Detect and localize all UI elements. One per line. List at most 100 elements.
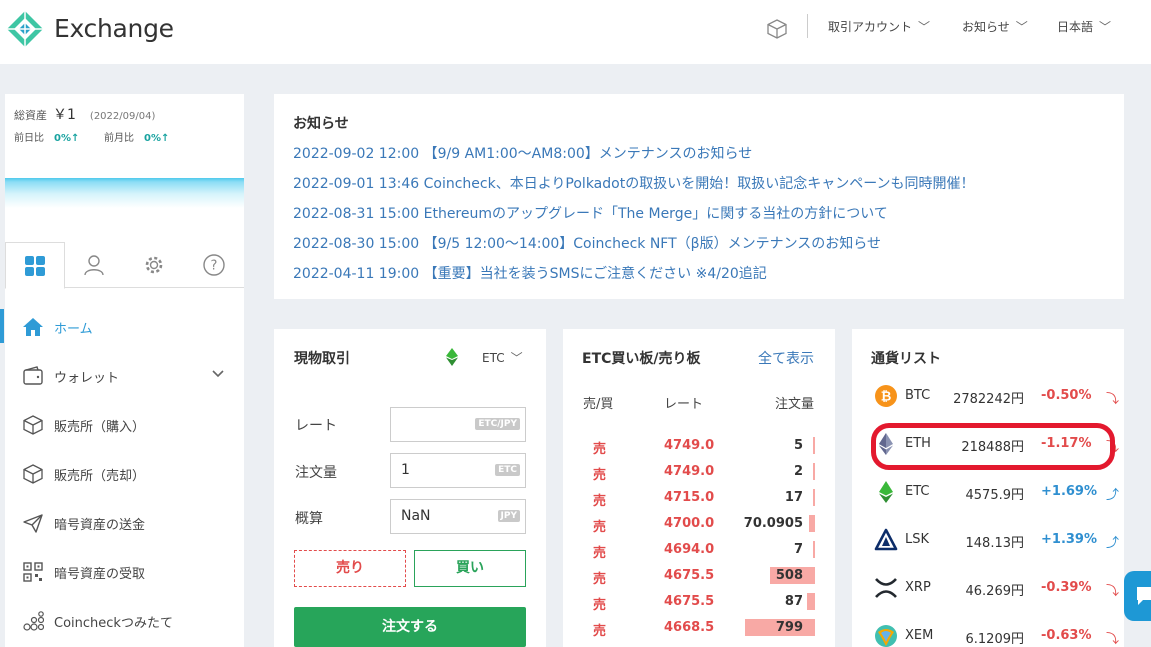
currency-code: BTC <box>905 388 931 403</box>
menu-news[interactable]: お知らせ ﹀ <box>962 18 1028 35</box>
currency-price: 46.269円 <box>965 584 1025 599</box>
orderbook-row[interactable]: 売 4675.5 508 <box>563 563 835 589</box>
currency-row-lsk[interactable]: LSK 148.13円 +1.39% ⤴ <box>852 518 1124 566</box>
order-side: 売 <box>593 442 607 457</box>
order-side: 売 <box>593 468 607 483</box>
order-qty: 87 <box>784 594 803 609</box>
sidebar-item-receive[interactable]: 暗号資産の受取 <box>5 554 244 588</box>
order-side: 売 <box>593 494 607 509</box>
tab-account[interactable] <box>65 242 125 288</box>
day-ratio: 前日比 0%↑ <box>14 129 79 144</box>
spot-trade-panel: 現物取引 ETC ﹀ レート ETC/JPY 注文量 1 ETC 概算 NaN J… <box>274 329 546 647</box>
total-assets: 総資産 ￥1 (2022/09/04) <box>14 104 155 124</box>
menu-trade-account-label: 取引アカウント <box>828 20 913 34</box>
currency-row-xrp[interactable]: XRP 46.269円 -0.39% ⤵ <box>852 566 1124 614</box>
sidebar-item-sell[interactable]: 販売所（売却） <box>5 456 244 490</box>
cube-icon[interactable] <box>766 18 788 40</box>
sell-button[interactable]: 売り <box>294 550 406 587</box>
sidebar-item-tsumitate[interactable]: Coincheckつみたて <box>5 603 244 637</box>
estimate-unit-badge: JPY <box>497 510 520 522</box>
order-rate: 4694.0 <box>664 542 715 557</box>
sidebar-tabs: ? <box>5 242 245 289</box>
exchange-logo-icon[interactable] <box>5 9 45 49</box>
news-link[interactable]: 2022-09-02 12:00 【9/9 AM1:00～AM8:00】メンテナ… <box>293 143 752 163</box>
order-rate: 4749.0 <box>664 464 715 479</box>
news-link[interactable]: 2022-04-11 19:00 【重要】当社を装うSMSにご注意ください ※4… <box>293 263 767 283</box>
sidebar-item-label: 暗号資産の受取 <box>54 567 146 582</box>
currency-list-title: 通貨リスト <box>871 351 941 367</box>
orderbook-title: ETC買い板/売り板 <box>582 351 701 367</box>
menu-language[interactable]: 日本語 ﹀ <box>1057 18 1111 35</box>
sidebar: 総資産 ￥1 (2022/09/04) 前日比 0%↑ 前月比 0%↑ ? ホー… <box>0 94 245 647</box>
asset-chart-band <box>5 178 244 208</box>
order-side: 売 <box>593 546 607 561</box>
grid-icon <box>25 256 45 276</box>
pair-select-label: ETC <box>482 351 505 365</box>
place-order-button[interactable]: 注文する <box>294 607 526 647</box>
estimate-value: NaN <box>401 508 431 524</box>
sidebar-item-home[interactable]: ホーム <box>0 309 244 343</box>
currency-row-xem[interactable]: XEM 6.1209円 -0.63% ⤵ <box>852 614 1124 647</box>
month-ratio-value: 0%↑ <box>144 133 170 144</box>
order-rate: 4700.0 <box>664 516 715 531</box>
menu-trade-account[interactable]: 取引アカウント ﹀ <box>828 18 930 35</box>
buy-button[interactable]: 買い <box>414 550 526 587</box>
trend-up-icon: ⤴ <box>1106 488 1120 503</box>
currency-code: XEM <box>905 628 934 643</box>
tab-dashboard[interactable] <box>5 242 65 289</box>
brand-name[interactable]: Exchange <box>54 14 174 43</box>
depth-bar <box>813 463 815 480</box>
amount-input[interactable]: 1 ETC <box>390 453 526 488</box>
order-rate: 4749.0 <box>664 438 715 453</box>
chevron-down-icon: ﹀ <box>510 351 523 365</box>
chat-button[interactable] <box>1124 571 1151 621</box>
orderbook-row[interactable]: 売 4715.0 17 <box>563 485 835 511</box>
sidebar-item-wallet[interactable]: ウォレット <box>5 358 244 392</box>
chat-icon <box>1137 587 1151 605</box>
news-link[interactable]: 2022-08-31 15:00 Ethereumのアップグレード「The Me… <box>293 203 888 223</box>
currency-change: -0.50% <box>1041 388 1092 403</box>
menu-language-label: 日本語 <box>1057 20 1094 34</box>
currency-row-btc[interactable]: ₿ BTC 2782242円 -0.50% ⤵ <box>852 374 1124 422</box>
header-divider <box>807 14 808 38</box>
chevron-down-icon[interactable] <box>211 368 225 380</box>
order-rate: 4715.0 <box>664 490 715 505</box>
orderbook-row[interactable]: 売 4675.5 87 <box>563 589 835 615</box>
tab-help[interactable]: ? <box>185 242 245 288</box>
news-title: お知らせ <box>293 116 349 132</box>
orderbook-row[interactable]: 売 4700.0 70.0905 <box>563 511 835 537</box>
tab-settings[interactable] <box>125 242 185 288</box>
orderbook-row[interactable]: 売 4749.0 5 <box>563 433 835 459</box>
trend-up-icon: ⤴ <box>1106 536 1120 551</box>
currency-price: 148.13円 <box>965 536 1025 551</box>
order-side: 売 <box>593 572 607 587</box>
amount-label: 注文量 <box>295 465 337 481</box>
total-assets-date: (2022/09/04) <box>89 111 156 122</box>
show-all-link[interactable]: 全て表示 <box>758 348 814 368</box>
orderbook-row[interactable]: 売 4668.5 799 <box>563 615 835 641</box>
rate-unit-badge: ETC/JPY <box>475 418 520 430</box>
order-rate: 4668.5 <box>664 620 715 635</box>
currency-price: 2782242円 <box>953 392 1024 407</box>
depth-bar <box>809 515 815 532</box>
estimate-field[interactable]: NaN JPY <box>390 499 526 534</box>
svg-text:?: ? <box>211 259 218 274</box>
currency-price: 6.1209円 <box>965 632 1025 647</box>
rate-input[interactable]: ETC/JPY <box>390 407 526 442</box>
box-icon <box>23 415 43 435</box>
pair-select[interactable]: ETC ﹀ <box>482 349 523 366</box>
trend-down-icon: ⤵ <box>1106 632 1120 647</box>
chevron-down-icon: ﹀ <box>918 20 931 34</box>
order-side: 売 <box>593 624 607 639</box>
order-qty: 70.0905 <box>743 516 803 531</box>
orderbook-row[interactable]: 売 4749.0 2 <box>563 459 835 485</box>
total-assets-label: 総資産 <box>14 109 47 122</box>
news-link[interactable]: 2022-08-30 15:00 【9/5 12:00～14:00】Coinch… <box>293 233 881 253</box>
sidebar-item-label: 暗号資産の送金 <box>54 518 146 533</box>
orderbook-row[interactable]: 売 4694.0 7 <box>563 537 835 563</box>
order-rate: 4675.5 <box>664 568 715 583</box>
currency-row-etc[interactable]: ETC 4575.9円 +1.69% ⤴ <box>852 470 1124 518</box>
sidebar-item-buy[interactable]: 販売所（購入） <box>5 407 244 441</box>
news-link[interactable]: 2022-09-01 13:46 Coincheck、本日よりPolkadotの… <box>293 173 975 193</box>
sidebar-item-send[interactable]: 暗号資産の送金 <box>5 505 244 539</box>
